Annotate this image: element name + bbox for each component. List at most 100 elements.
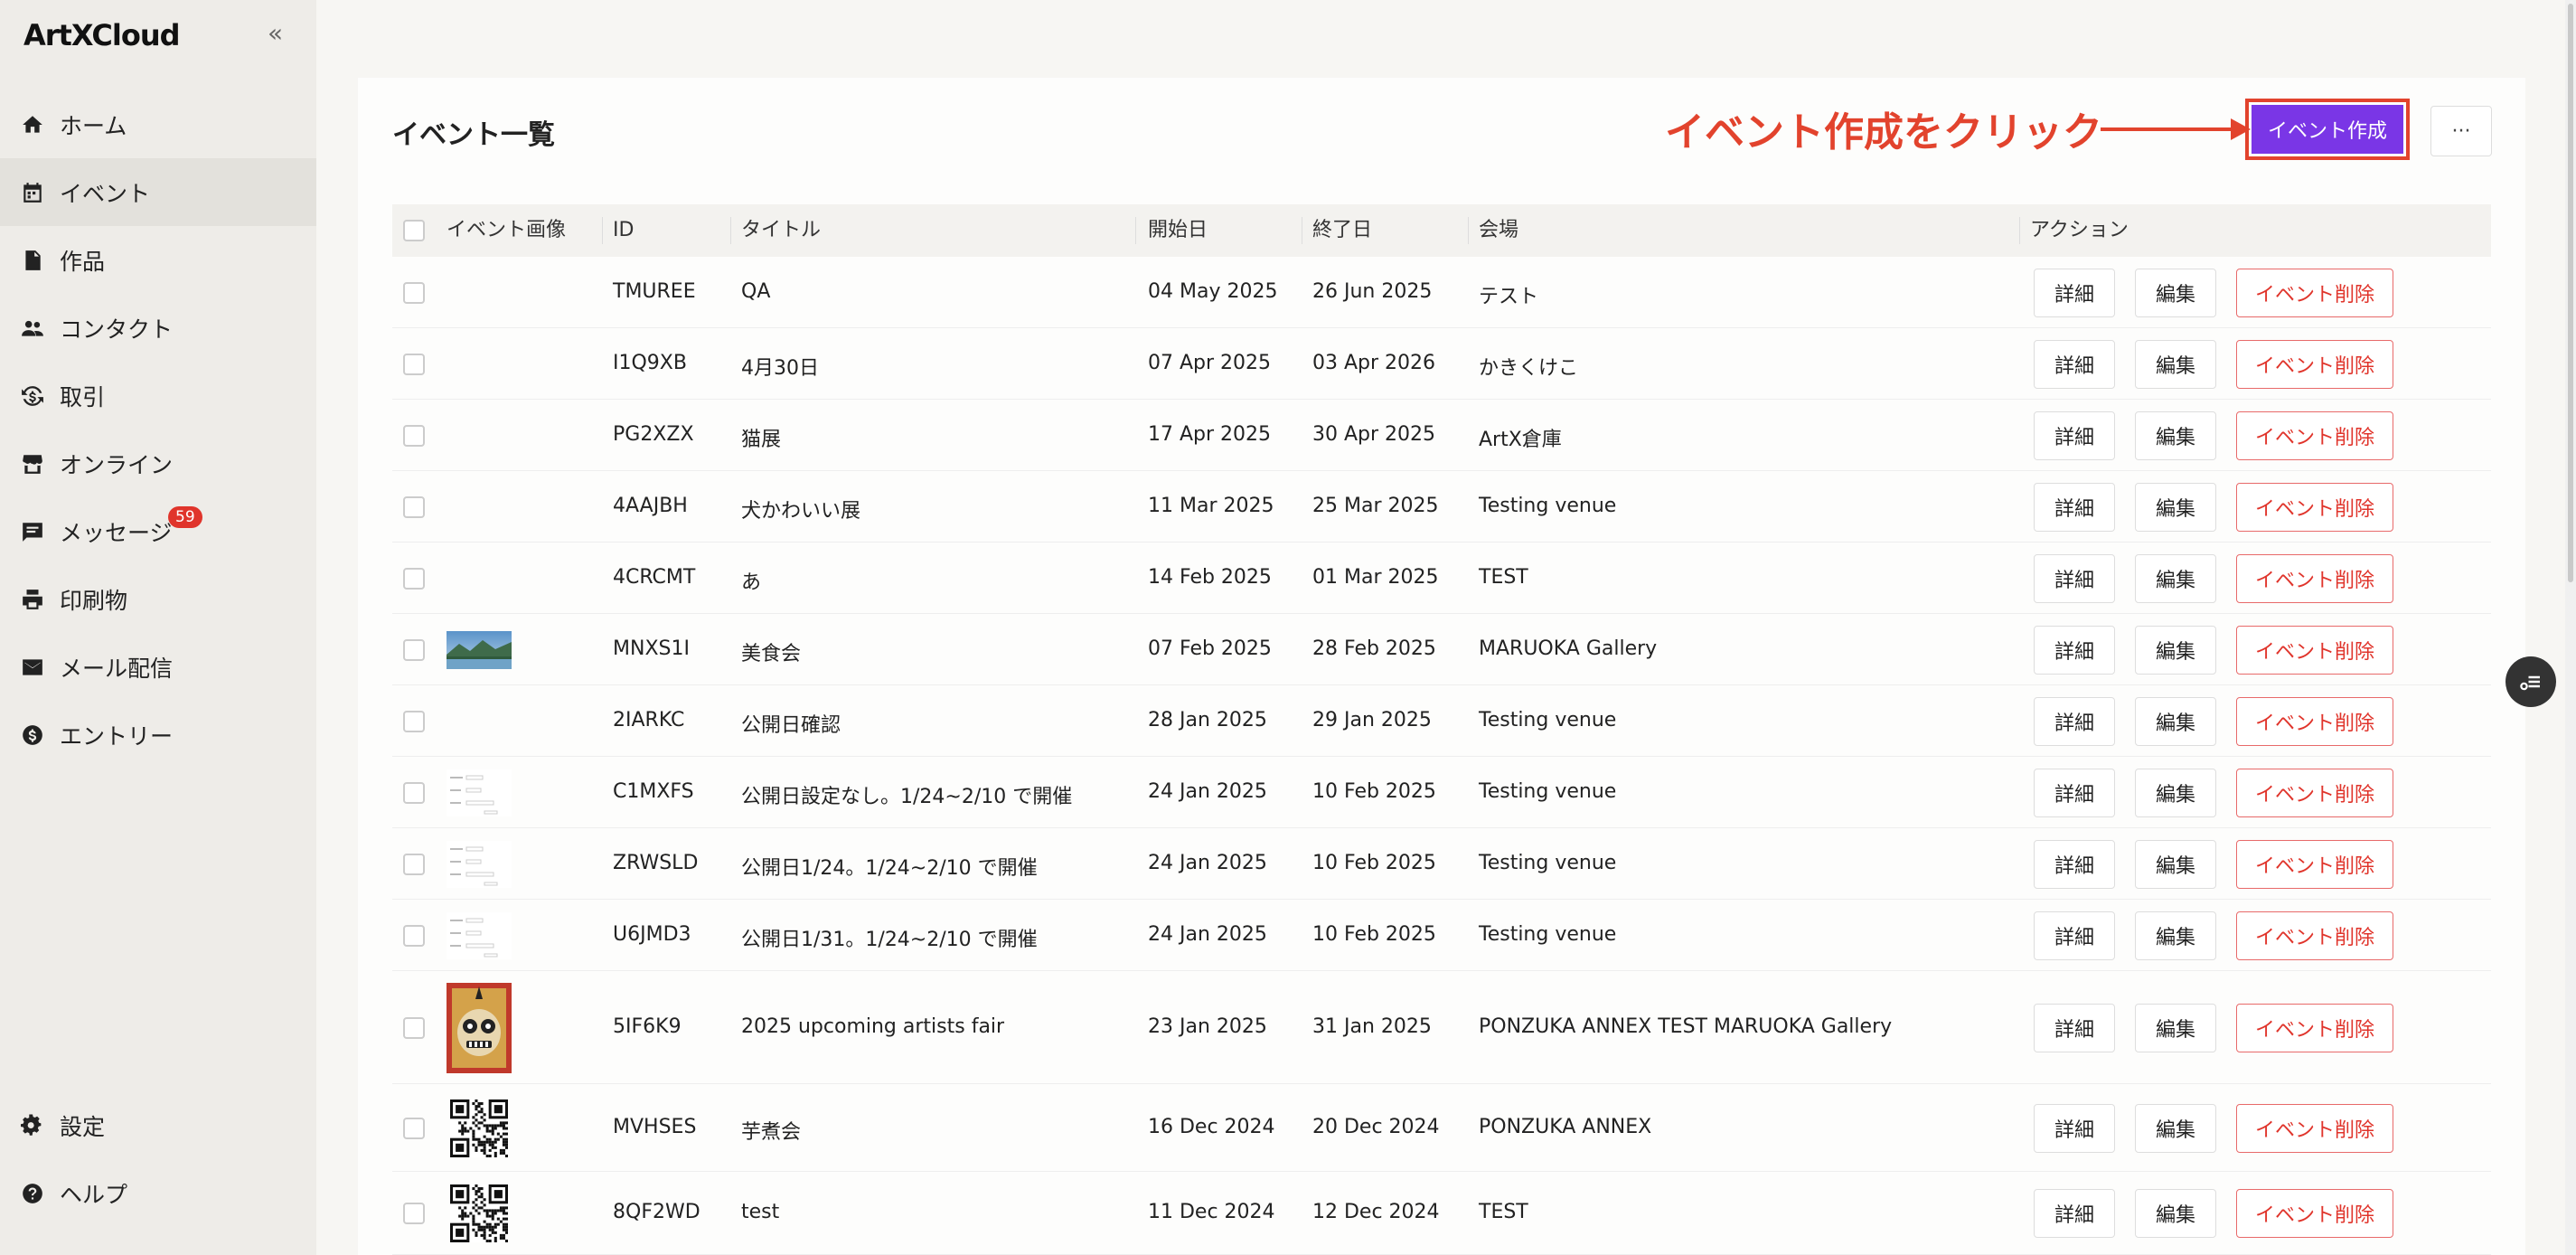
edit-button[interactable]: 編集: [2135, 1189, 2216, 1238]
sidebar-item-gear[interactable]: 設定: [0, 1091, 316, 1159]
delete-event-button[interactable]: イベント削除: [2236, 839, 2393, 889]
select-all-checkbox[interactable]: [403, 220, 425, 241]
delete-event-button[interactable]: イベント削除: [2236, 1189, 2393, 1238]
event-title: 2025 upcoming artists fair: [741, 1014, 1005, 1038]
sidebar-item-document[interactable]: 作品: [0, 226, 316, 294]
edit-button[interactable]: 編集: [2135, 553, 2216, 603]
detail-button[interactable]: 詳細: [2034, 625, 2115, 675]
delete-event-button[interactable]: イベント削除: [2236, 911, 2393, 960]
edit-button[interactable]: 編集: [2135, 839, 2216, 889]
event-id: U6JMD3: [613, 922, 691, 946]
create-event-button[interactable]: イベント作成: [2252, 105, 2403, 154]
row-checkbox[interactable]: [403, 281, 425, 304]
sidebar-item-home[interactable]: ホーム: [0, 90, 316, 158]
event-end-date: 12 Dec 2024: [1312, 1201, 1440, 1223]
event-thumbnail[interactable]: [450, 1099, 508, 1161]
page-title: イベント一覧: [392, 119, 555, 151]
detail-button[interactable]: 詳細: [2034, 1003, 2115, 1052]
sidebar-item-help[interactable]: ヘルプ: [0, 1159, 316, 1227]
table-row: MVHSES 芋煮会 16 Dec 2024 20 Dec 2024 PONZUKA A…: [392, 1084, 2491, 1172]
calendar-icon: [20, 180, 45, 205]
detail-button[interactable]: 詳細: [2034, 1189, 2115, 1238]
delete-event-button[interactable]: イベント削除: [2236, 410, 2393, 460]
edit-button[interactable]: 編集: [2135, 768, 2216, 817]
delete-event-button[interactable]: イベント削除: [2236, 553, 2393, 603]
header-image: イベント画像: [447, 219, 567, 241]
sidebar-item-chat[interactable]: メッセージ 59: [0, 497, 316, 565]
event-start-date: 14 Feb 2025: [1148, 565, 1272, 589]
sidebar-item-printer[interactable]: 印刷物: [0, 565, 316, 633]
row-checkbox[interactable]: [403, 924, 425, 947]
row-checkbox[interactable]: [403, 781, 425, 804]
column-divider: [602, 217, 603, 244]
row-checkbox[interactable]: [403, 853, 425, 875]
help-icon: [20, 1181, 45, 1206]
sidebar-nav-bottom: 設定 ヘルプ: [0, 1091, 316, 1227]
row-checkbox[interactable]: [403, 424, 425, 447]
sidebar-item-exchange[interactable]: 取引: [0, 362, 316, 429]
sidebar-item-label: 作品: [60, 248, 106, 275]
delete-event-button[interactable]: イベント削除: [2236, 696, 2393, 746]
event-thumbnail[interactable]: [447, 840, 512, 892]
row-checkbox[interactable]: [403, 353, 425, 375]
delete-event-button[interactable]: イベント削除: [2236, 768, 2393, 817]
row-checkbox[interactable]: [403, 638, 425, 661]
event-title: 4月30日: [741, 356, 819, 380]
edit-button[interactable]: 編集: [2135, 1103, 2216, 1153]
edit-button[interactable]: 編集: [2135, 911, 2216, 960]
sidebar-item-storefront[interactable]: オンライン: [0, 429, 316, 497]
row-checkbox[interactable]: [403, 1117, 425, 1139]
edit-button[interactable]: 編集: [2135, 268, 2216, 317]
sidebar-item-mail[interactable]: メール配信: [0, 633, 316, 701]
edit-button[interactable]: 編集: [2135, 1003, 2216, 1052]
sidebar-nav: ホーム イベント作品コンタクト 取引 オンライン メッセージ 59 印刷物 メール配信 エントリ…: [0, 90, 316, 769]
event-start-date: 11 Mar 2025: [1148, 494, 1274, 517]
event-title: 犬かわいい展: [741, 499, 861, 523]
event-id: 5IF6K9: [613, 1014, 682, 1038]
table-row: U6JMD3 公開日1/31。1/24~2/10 で開催 24 Jan 2025 10…: [392, 900, 2491, 971]
row-checkbox[interactable]: [403, 710, 425, 732]
detail-button[interactable]: 詳細: [2034, 553, 2115, 603]
detail-button[interactable]: 詳細: [2034, 339, 2115, 389]
delete-event-button[interactable]: イベント削除: [2236, 625, 2393, 675]
edit-button[interactable]: 編集: [2135, 410, 2216, 460]
detail-button[interactable]: 詳細: [2034, 768, 2115, 817]
sidebar-item-calendar[interactable]: イベント: [0, 158, 316, 226]
delete-event-button[interactable]: イベント削除: [2236, 1103, 2393, 1153]
detail-button[interactable]: 詳細: [2034, 268, 2115, 317]
collapse-sidebar-icon[interactable]: «: [268, 18, 283, 48]
event-thumbnail[interactable]: [447, 982, 512, 1077]
more-options-button[interactable]: ···: [2430, 106, 2492, 156]
detail-button[interactable]: 詳細: [2034, 839, 2115, 889]
detail-button[interactable]: 詳細: [2034, 911, 2115, 960]
floating-tasks-button[interactable]: [2505, 656, 2556, 707]
event-thumbnail[interactable]: [447, 911, 512, 963]
edit-button[interactable]: 編集: [2135, 696, 2216, 746]
event-venue: PONZUKA ANNEX: [1479, 1115, 1652, 1138]
detail-button[interactable]: 詳細: [2034, 1103, 2115, 1153]
row-checkbox[interactable]: [403, 1016, 425, 1039]
page-scrollbar-thumb[interactable]: [2568, 4, 2573, 582]
row-checkbox[interactable]: [403, 1203, 425, 1224]
row-checkbox[interactable]: [403, 567, 425, 590]
detail-button[interactable]: 詳細: [2034, 696, 2115, 746]
event-thumbnail[interactable]: [447, 769, 512, 820]
edit-button[interactable]: 編集: [2135, 625, 2216, 675]
detail-button[interactable]: 詳細: [2034, 482, 2115, 532]
delete-event-button[interactable]: イベント削除: [2236, 482, 2393, 532]
delete-event-button[interactable]: イベント削除: [2236, 339, 2393, 389]
event-thumbnail[interactable]: [450, 1184, 508, 1246]
delete-event-button[interactable]: イベント削除: [2236, 1003, 2393, 1052]
edit-button[interactable]: 編集: [2135, 482, 2216, 532]
delete-event-button[interactable]: イベント削除: [2236, 268, 2393, 317]
event-venue: MARUOKA Gallery: [1479, 637, 1658, 660]
sidebar-item-people[interactable]: コンタクト: [0, 294, 316, 362]
event-thumbnail[interactable]: [447, 630, 512, 673]
row-checkbox[interactable]: [403, 495, 425, 518]
event-end-date: 10 Feb 2025: [1312, 851, 1436, 874]
detail-button[interactable]: 詳細: [2034, 410, 2115, 460]
app-logo[interactable]: ArtXCloud: [24, 18, 180, 52]
sidebar-item-dollar[interactable]: エントリー: [0, 701, 316, 769]
edit-button[interactable]: 編集: [2135, 339, 2216, 389]
gear-icon: [20, 1113, 45, 1138]
